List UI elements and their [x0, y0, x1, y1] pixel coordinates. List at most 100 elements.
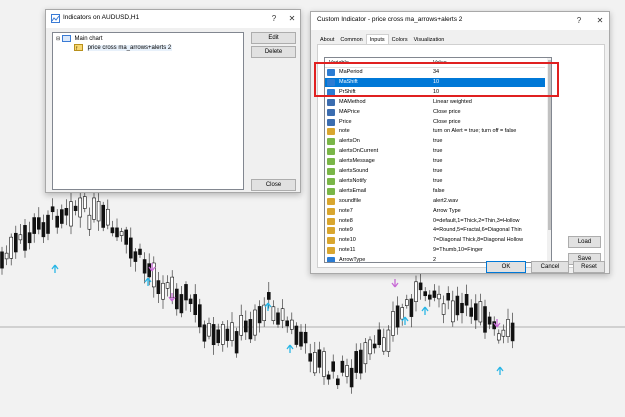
candle-body — [23, 225, 27, 251]
table-row[interactable]: alertsEmail false — [325, 187, 545, 196]
help-button[interactable]: ? — [268, 13, 280, 25]
table-row[interactable]: soundfile alert2.wav — [325, 197, 545, 206]
table-row[interactable]: alertsOn true — [325, 137, 545, 146]
custom-indicator-titlebar: Custom Indicator - price cross ma_arrows… — [311, 12, 609, 30]
edit-button[interactable]: Edit — [251, 32, 296, 44]
candle-body — [372, 343, 377, 349]
value-cell[interactable]: turn on Alert = true; turn off = false — [433, 127, 543, 136]
candle-body — [432, 290, 437, 298]
table-row[interactable]: MAMethod Linear weighted — [325, 98, 545, 107]
custom-indicator-icon: f — [74, 44, 83, 51]
candle-body — [198, 304, 202, 328]
table-row[interactable]: note turn on Alert = true; turn off = fal… — [325, 127, 545, 136]
candle-body — [152, 262, 156, 288]
candle-body — [69, 201, 73, 227]
custom-indicator-window-title: Custom Indicator - price cross ma_arrows… — [317, 16, 463, 23]
table-row[interactable]: note9 4=Round,5=Fractal,6=Diagonal Thin — [325, 226, 545, 235]
candle-body — [73, 205, 78, 211]
tab-bar: About Common Inputs Colors Visualization — [317, 34, 447, 45]
candle-body — [473, 303, 478, 321]
buy-arrow-icon — [51, 264, 59, 273]
table-row[interactable]: alertsMessage true — [325, 157, 545, 166]
value-cell[interactable]: Arrow Type — [433, 207, 543, 216]
table-row[interactable]: note11 9=Thumb,10=Finger — [325, 246, 545, 255]
close-button[interactable]: Close — [251, 179, 296, 191]
table-row[interactable]: note8 0=default,1=Thick,2=Thin,3=Hollow — [325, 217, 545, 226]
enum-icon — [327, 98, 335, 106]
value-cell[interactable]: 9=Thumb,10=Finger — [433, 246, 543, 255]
candle-body — [483, 306, 487, 333]
value-cell[interactable]: true — [433, 157, 543, 166]
candle-body — [285, 320, 290, 327]
delete-button[interactable]: Delete — [251, 46, 296, 58]
candle-body — [294, 325, 299, 345]
candle-body — [418, 282, 423, 291]
candle-body — [276, 312, 280, 325]
value-cell[interactable]: Close price — [433, 118, 543, 127]
variable-cell: alertsSound — [339, 168, 369, 174]
table-row[interactable]: alertsSound true — [325, 167, 545, 176]
candle-body — [244, 320, 248, 333]
value-cell[interactable]: true — [433, 177, 543, 186]
value-cell[interactable]: Linear weighted — [433, 98, 543, 107]
candle-body — [427, 294, 432, 300]
candle-body — [221, 324, 225, 345]
table-row[interactable]: Price Close price — [325, 118, 545, 127]
table-row[interactable]: note7 Arrow Type — [325, 207, 545, 216]
candle-body — [363, 342, 368, 365]
candle-body — [478, 301, 483, 323]
candle-body — [18, 234, 23, 241]
cancel-button[interactable]: Cancel — [531, 261, 569, 273]
candle-body — [202, 324, 207, 342]
candle-body — [188, 298, 193, 305]
candle-body — [193, 294, 197, 315]
candle-body — [391, 311, 395, 336]
variable-cell: note7 — [339, 207, 353, 214]
value-cell[interactable]: 4=Round,5=Fractal,6=Diagonal Thin — [433, 226, 543, 235]
candle-body — [423, 291, 428, 297]
table-row[interactable]: alertsOnCurrent true — [325, 147, 545, 156]
value-cell[interactable]: false — [433, 187, 543, 196]
candle-body — [106, 208, 110, 226]
string-icon — [327, 207, 335, 215]
table-row[interactable]: MAPrice Close price — [325, 108, 545, 117]
value-cell[interactable]: true — [433, 137, 543, 146]
candle-body — [96, 201, 101, 222]
help-button[interactable]: ? — [573, 15, 585, 27]
reset-button[interactable]: Reset — [573, 261, 605, 273]
candle-body — [129, 237, 133, 259]
collapse-icon[interactable]: ⊟ — [56, 36, 60, 42]
candle-body — [266, 292, 271, 300]
candle-body — [211, 324, 216, 346]
ok-button[interactable]: OK — [486, 261, 526, 273]
candle-body — [175, 288, 179, 310]
candle-body — [395, 305, 400, 328]
candle-body — [64, 208, 69, 216]
table-row[interactable]: note10 7=Diagonal Thick,8=Diagonal Hollow — [325, 236, 545, 245]
string-icon — [327, 197, 335, 205]
variable-cell: note9 — [339, 227, 353, 234]
value-cell[interactable]: 0=default,1=Thick,2=Thin,3=Hollow — [433, 217, 543, 226]
value-cell[interactable]: true — [433, 147, 543, 156]
string-icon — [327, 237, 335, 245]
value-cell[interactable]: Close price — [433, 108, 543, 117]
table-row[interactable]: alertsNotify true — [325, 177, 545, 186]
load-button[interactable]: Load — [568, 236, 601, 248]
tree-item-indicator[interactable]: f price cross ma_arrows+alerts 2 — [74, 44, 173, 53]
close-icon[interactable]: ✕ — [286, 13, 298, 25]
candle-body — [303, 331, 308, 344]
buy-arrow-icon — [496, 366, 504, 375]
value-cell[interactable]: 7=Diagonal Thick,8=Diagonal Hollow — [433, 236, 543, 245]
value-cell[interactable]: alert2.wav — [433, 197, 543, 206]
value-cell[interactable]: true — [433, 167, 543, 176]
candle-body — [312, 352, 317, 374]
bool-icon — [327, 138, 335, 146]
candle-body — [460, 302, 464, 314]
close-icon[interactable]: ✕ — [594, 15, 606, 27]
candle-body — [340, 360, 345, 373]
tree-item-main-chart[interactable]: ⊟ Main chart — [56, 35, 103, 44]
candle-body — [446, 293, 451, 301]
candle-body — [234, 331, 239, 354]
candle-body — [400, 307, 405, 320]
candle-body — [345, 365, 349, 377]
